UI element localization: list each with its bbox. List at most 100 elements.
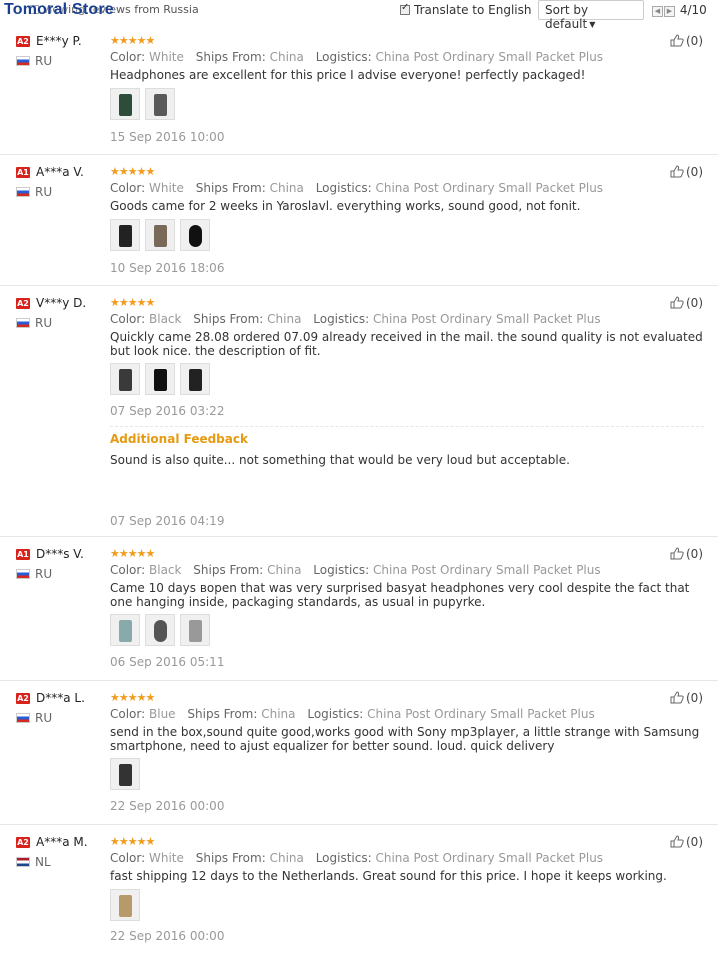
star-rating: ★★★★★ xyxy=(110,296,155,309)
review-item: A1 A***a V. RU ★★★★★ (0) Color: White Sh… xyxy=(0,155,718,286)
color-key: Color: xyxy=(110,50,146,64)
thumbs-up-icon xyxy=(670,165,684,178)
color-value: White xyxy=(149,50,184,64)
photo-strip xyxy=(110,363,215,395)
thumbs-up-icon xyxy=(670,34,684,47)
review-photo[interactable] xyxy=(180,363,210,395)
helpful-button[interactable]: (0) xyxy=(670,296,703,310)
logistics-value: China Post Ordinary Small Packet Plus xyxy=(375,851,604,865)
ships-from-key: Ships From: xyxy=(193,563,264,577)
logistics-key: Logistics: xyxy=(315,181,372,195)
review-text: Goods came for 2 weeks in Yaroslavl. eve… xyxy=(110,199,581,213)
order-attributes: Color: White Ships From: China Logistics… xyxy=(110,851,603,865)
translate-checkbox[interactable] xyxy=(400,2,410,15)
review-item: A2 E***y P. RU ★★★★★ (0) Color: White Sh… xyxy=(0,24,718,155)
helpful-button[interactable]: (0) xyxy=(670,547,703,561)
logistics-value: China Post Ordinary Small Packet Plus xyxy=(373,312,601,326)
buyer-level-badge: A2 xyxy=(16,837,30,848)
review-text: Quickly came 28.08 ordered 07.09 already… xyxy=(110,330,703,358)
country-flag-icon xyxy=(16,187,30,197)
country-flag-icon xyxy=(16,857,30,867)
translate-toggle[interactable]: Translate to English xyxy=(400,2,532,17)
ships-from-value: China xyxy=(269,50,304,64)
order-attributes: Color: White Ships From: China Logistics… xyxy=(110,181,603,195)
color-value: Black xyxy=(149,312,182,326)
logistics-value: China Post Ordinary Small Packet Plus xyxy=(375,181,604,195)
photo-strip xyxy=(110,889,145,921)
next-page-icon[interactable]: ▶ xyxy=(664,6,675,17)
thumbs-up-icon xyxy=(670,691,684,704)
additional-feedback-text: Sound is also quite... not something tha… xyxy=(110,453,570,467)
color-value: White xyxy=(149,851,184,865)
country-flag-icon xyxy=(16,56,30,66)
helpful-button[interactable]: (0) xyxy=(670,34,703,48)
buyer-level-badge: A2 xyxy=(16,693,30,704)
review-photo[interactable] xyxy=(110,363,140,395)
ships-from-key: Ships From: xyxy=(193,312,264,326)
reviewer-country: RU xyxy=(35,54,53,68)
review-date: 22 Sep 2016 00:00 xyxy=(110,799,225,813)
ships-from-key: Ships From: xyxy=(195,50,266,64)
helpful-count: (0) xyxy=(686,691,703,705)
helpful-button[interactable]: (0) xyxy=(670,835,703,849)
sort-dropdown[interactable]: Sort by default ▼ xyxy=(538,0,644,31)
pager: ◀ ▶ 4/10 xyxy=(652,3,707,17)
reviewer-name: E***y P. xyxy=(36,34,82,48)
review-date: 15 Sep 2016 10:00 xyxy=(110,130,225,144)
photo-strip xyxy=(110,758,145,790)
helpful-count: (0) xyxy=(686,547,703,561)
review-photo[interactable] xyxy=(180,614,210,646)
review-photo[interactable] xyxy=(110,889,140,921)
photo-strip xyxy=(110,614,215,646)
logistics-key: Logistics: xyxy=(307,707,364,721)
review-photo[interactable] xyxy=(110,614,140,646)
buyer-level-badge: A2 xyxy=(16,298,30,309)
reviewer-country: RU xyxy=(35,316,53,330)
helpful-count: (0) xyxy=(686,165,703,179)
helpful-button[interactable]: (0) xyxy=(670,165,703,179)
star-rating: ★★★★★ xyxy=(110,34,155,47)
prev-page-icon[interactable]: ◀ xyxy=(652,6,663,17)
star-rating: ★★★★★ xyxy=(110,547,155,560)
review-photo[interactable] xyxy=(110,758,140,790)
review-photo[interactable] xyxy=(110,219,140,251)
helpful-count: (0) xyxy=(686,296,703,310)
reviews-toolbar: Viewing reviews from Russia Tomoral Stor… xyxy=(0,0,718,31)
translate-label: Translate to English xyxy=(414,3,532,17)
review-photo[interactable] xyxy=(110,88,140,120)
review-item: A1 D***s V. RU ★★★★★ (0) Color: Black Sh… xyxy=(0,537,718,681)
review-item: A2 A***a M. NL ★★★★★ (0) Color: White Sh… xyxy=(0,825,718,955)
reviewer-country: NL xyxy=(35,855,51,869)
review-photo[interactable] xyxy=(145,88,175,120)
ships-from-key: Ships From: xyxy=(195,181,266,195)
helpful-button[interactable]: (0) xyxy=(670,691,703,705)
review-date: 07 Sep 2016 03:22 xyxy=(110,404,225,418)
color-key: Color: xyxy=(110,563,146,577)
country-flag-icon xyxy=(16,569,30,579)
reviewer-country: RU xyxy=(35,567,53,581)
ships-from-value: China xyxy=(267,312,302,326)
reviewer-name: A***a M. xyxy=(36,835,88,849)
review-text: send in the box,sound quite good,works g… xyxy=(110,725,700,753)
reviewer-country: RU xyxy=(35,711,53,725)
color-value: Black xyxy=(149,563,182,577)
logistics-key: Logistics: xyxy=(315,851,372,865)
ships-from-key: Ships From: xyxy=(195,851,266,865)
review-photo[interactable] xyxy=(145,219,175,251)
logistics-value: China Post Ordinary Small Packet Plus xyxy=(367,707,595,721)
color-key: Color: xyxy=(110,312,146,326)
review-date: 10 Sep 2016 18:06 xyxy=(110,261,225,275)
review-item: A2 V***y D. RU ★★★★★ (0) Color: Black Sh… xyxy=(0,286,718,537)
additional-feedback-title: Additional Feedback xyxy=(110,432,248,446)
thumbs-up-icon xyxy=(670,547,684,560)
store-watermark: Tomoral Store xyxy=(4,1,114,18)
ships-from-value: China xyxy=(269,181,304,195)
review-photo[interactable] xyxy=(145,363,175,395)
color-value: White xyxy=(149,181,184,195)
reviewer-name: V***y D. xyxy=(36,296,87,310)
order-attributes: Color: Black Ships From: China Logistics… xyxy=(110,312,601,326)
review-photo[interactable] xyxy=(180,219,210,251)
reviewer-name: D***a L. xyxy=(36,691,85,705)
review-photo[interactable] xyxy=(145,614,175,646)
review-text: fast shipping 12 days to the Netherlands… xyxy=(110,869,667,883)
